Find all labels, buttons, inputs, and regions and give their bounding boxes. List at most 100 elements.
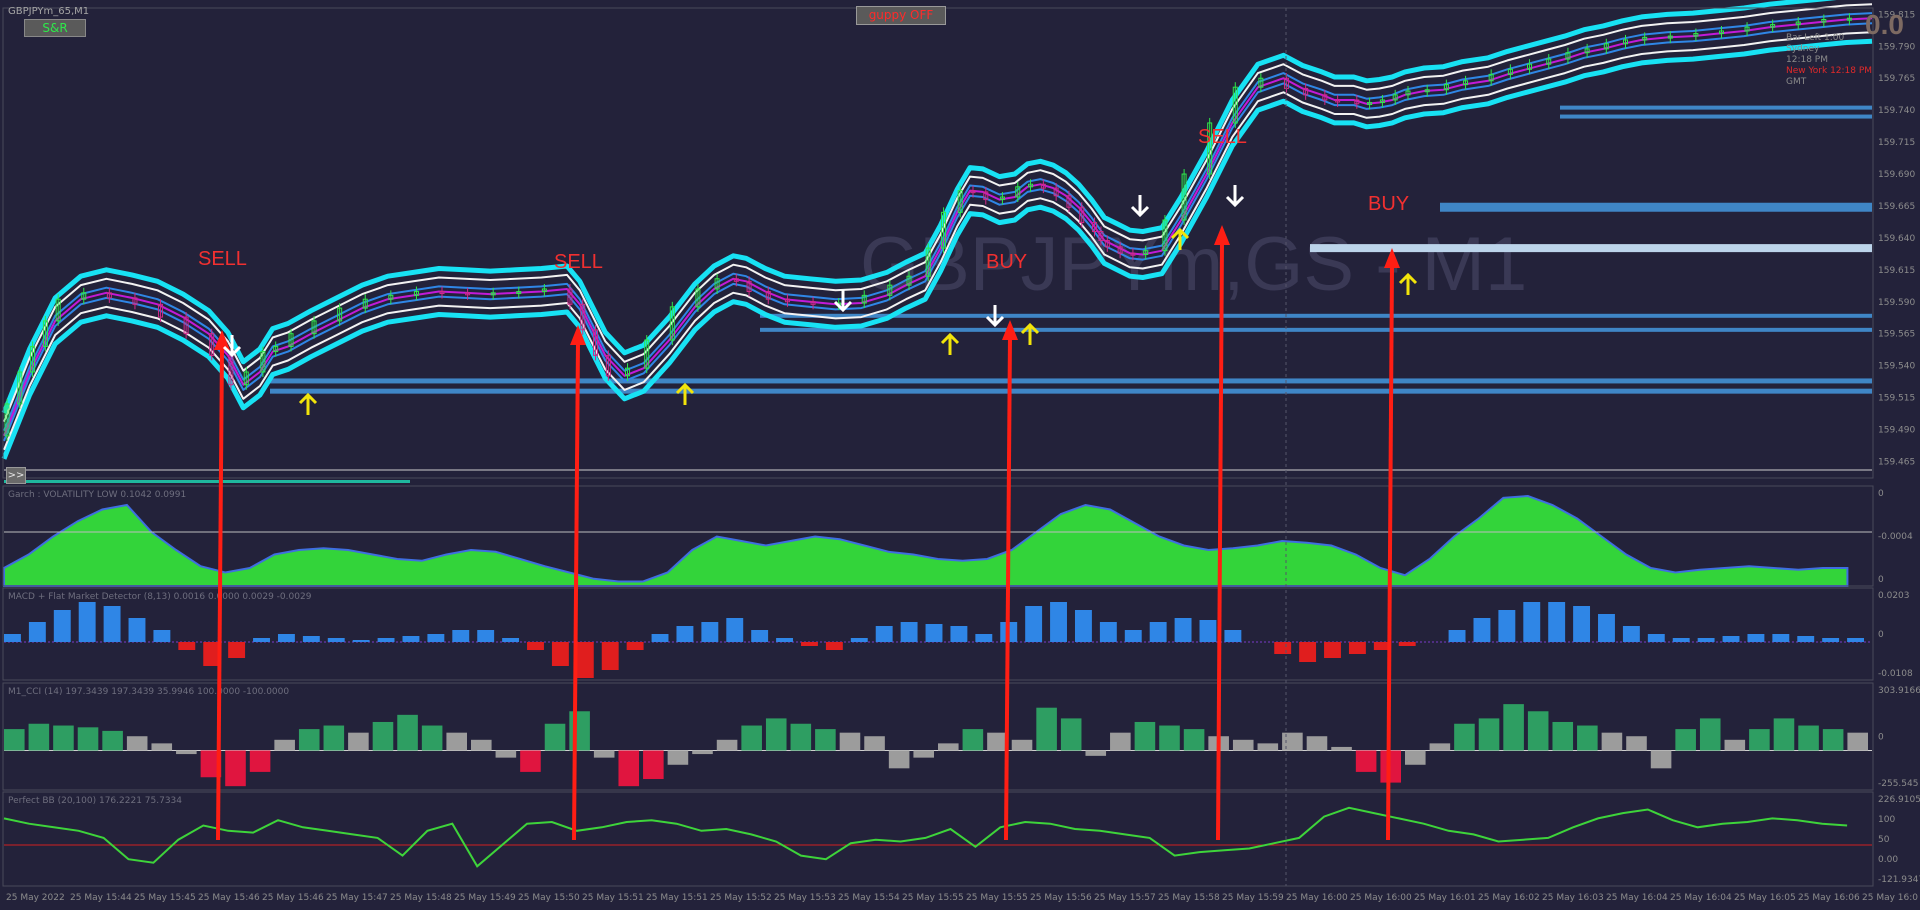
macd-bar xyxy=(601,642,619,670)
cci-bar xyxy=(864,736,885,751)
macd-bar xyxy=(1398,642,1416,646)
sr-toggle-button[interactable]: S&R xyxy=(24,19,86,37)
macd-bar xyxy=(950,626,968,642)
macd-bar xyxy=(1822,638,1840,642)
panel-tick-label: 0 xyxy=(1878,575,1884,585)
time-tick-label: 25 May 16:01 xyxy=(1414,893,1476,903)
session-info-line: New York 12:18 PM xyxy=(1786,66,1872,76)
macd-bar xyxy=(1847,638,1864,642)
macd-bar xyxy=(751,630,769,642)
time-tick-label: 25 May 15:55 xyxy=(902,893,964,903)
sr-level-line xyxy=(270,378,1872,384)
panel-tick-label: 0.0203 xyxy=(1878,591,1910,601)
expand-button[interactable]: >> xyxy=(6,467,26,484)
time-tick-label: 25 May 15:47 xyxy=(326,893,388,903)
price-tick-label: 159.690 xyxy=(1878,170,1915,180)
cci-bar xyxy=(1183,729,1205,751)
macd-bar xyxy=(801,642,818,646)
macd-bar xyxy=(825,642,843,650)
cci-bar xyxy=(28,723,50,751)
price-tick-label: 159.740 xyxy=(1878,106,1915,116)
cci-bar xyxy=(176,750,197,755)
macd-bar xyxy=(1473,618,1491,642)
macd-bar xyxy=(153,630,171,642)
sr-level-line xyxy=(760,327,1872,332)
sr-level-line xyxy=(1310,244,1872,253)
session-info-line: Bar Left 1:00 xyxy=(1786,33,1845,43)
big-counter: 0.0 xyxy=(1865,9,1904,40)
macd-bar xyxy=(1772,634,1790,642)
macd-bar xyxy=(551,642,569,666)
cci-bar xyxy=(1306,736,1328,751)
cci-bar xyxy=(618,750,640,787)
cci-bar xyxy=(1060,718,1082,751)
macd-bar xyxy=(1174,618,1192,642)
session-info-line: Sydney xyxy=(1786,44,1820,54)
cci-bar xyxy=(1749,729,1770,751)
macd-bar xyxy=(352,640,370,642)
macd-bar xyxy=(925,624,943,642)
cci-bar xyxy=(1159,725,1180,751)
panel-title: Garch : VOLATILITY LOW 0.1042 0.0991 xyxy=(8,490,186,500)
time-tick-label: 25 May 15:50 xyxy=(518,893,580,903)
signal-label: BUY xyxy=(986,251,1027,273)
cci-bar xyxy=(544,723,566,751)
time-tick-label: 25 May 16:00 xyxy=(1286,893,1348,903)
macd-bar xyxy=(1622,626,1640,642)
cci-bar xyxy=(839,732,861,751)
cci-bar xyxy=(471,739,492,751)
cci-bar xyxy=(446,732,467,751)
macd-bar xyxy=(28,622,46,642)
guppy-toggle-button[interactable]: guppy OFF xyxy=(856,6,946,25)
macd-bar xyxy=(1274,642,1292,654)
cci-bar xyxy=(1331,746,1352,751)
cci-bar xyxy=(397,714,418,751)
panel-tick-label: -0.0004 xyxy=(1878,532,1913,542)
cci-bar xyxy=(1503,704,1524,751)
macd-bar xyxy=(1124,630,1142,642)
cci-bar xyxy=(1429,743,1451,751)
panel-title: Perfect BB (20,100) 176.2221 75.7334 xyxy=(8,796,182,806)
time-tick-label: 25 May 16:05 xyxy=(1734,893,1796,903)
cci-bar xyxy=(1699,718,1721,751)
progress-strip xyxy=(4,480,410,483)
time-tick-label: 25 May 16:02 xyxy=(1478,893,1540,903)
macd-bar xyxy=(402,636,420,642)
cci-bar xyxy=(1232,739,1254,751)
macd-bar xyxy=(4,634,21,642)
macd-bar xyxy=(1448,630,1466,642)
cci-bar xyxy=(298,729,320,751)
macd-bar xyxy=(1548,602,1566,642)
macd-bar xyxy=(477,630,495,642)
cci-bar xyxy=(1282,732,1303,751)
cci-bar xyxy=(593,750,615,758)
cci-bar xyxy=(1257,743,1279,751)
macd-bar xyxy=(1299,642,1317,662)
time-tick-label: 25 May 15:45 xyxy=(134,893,196,903)
cci-bar xyxy=(1478,718,1500,751)
cci-bar xyxy=(815,729,836,751)
macd-bar xyxy=(502,638,520,642)
time-tick-label: 25 May 15:46 xyxy=(198,893,260,903)
chart-canvas[interactable]: GBPJPYm,GS - M1 Garch : VOLATILITY LOW 0… xyxy=(0,0,1920,910)
cci-bar xyxy=(1454,723,1475,751)
macd-bar xyxy=(178,642,196,650)
cci-bar xyxy=(1036,707,1057,751)
cci-bar xyxy=(1552,721,1574,751)
time-tick-label: 25 May 16:06 xyxy=(1798,893,1860,903)
price-tick-label: 159.615 xyxy=(1878,266,1915,276)
cci-bar xyxy=(126,736,148,751)
macd-bar xyxy=(1149,622,1167,642)
cci-bar xyxy=(372,721,394,751)
macd-bar xyxy=(875,626,893,642)
panel-tick-label: -255.545 xyxy=(1878,779,1918,789)
time-tick-label: 25 May 16:04 xyxy=(1670,893,1732,903)
macd-bar xyxy=(1050,602,1067,642)
time-tick-label: 25 May 15:51 xyxy=(582,893,644,903)
macd-bar xyxy=(1672,638,1690,642)
cci-bar xyxy=(249,750,271,772)
cci-bar xyxy=(569,711,590,751)
macd-bar xyxy=(103,606,121,642)
time-tick-label: 25 May 15:58 xyxy=(1158,893,1220,903)
price-tick-label: 159.790 xyxy=(1878,42,1915,52)
